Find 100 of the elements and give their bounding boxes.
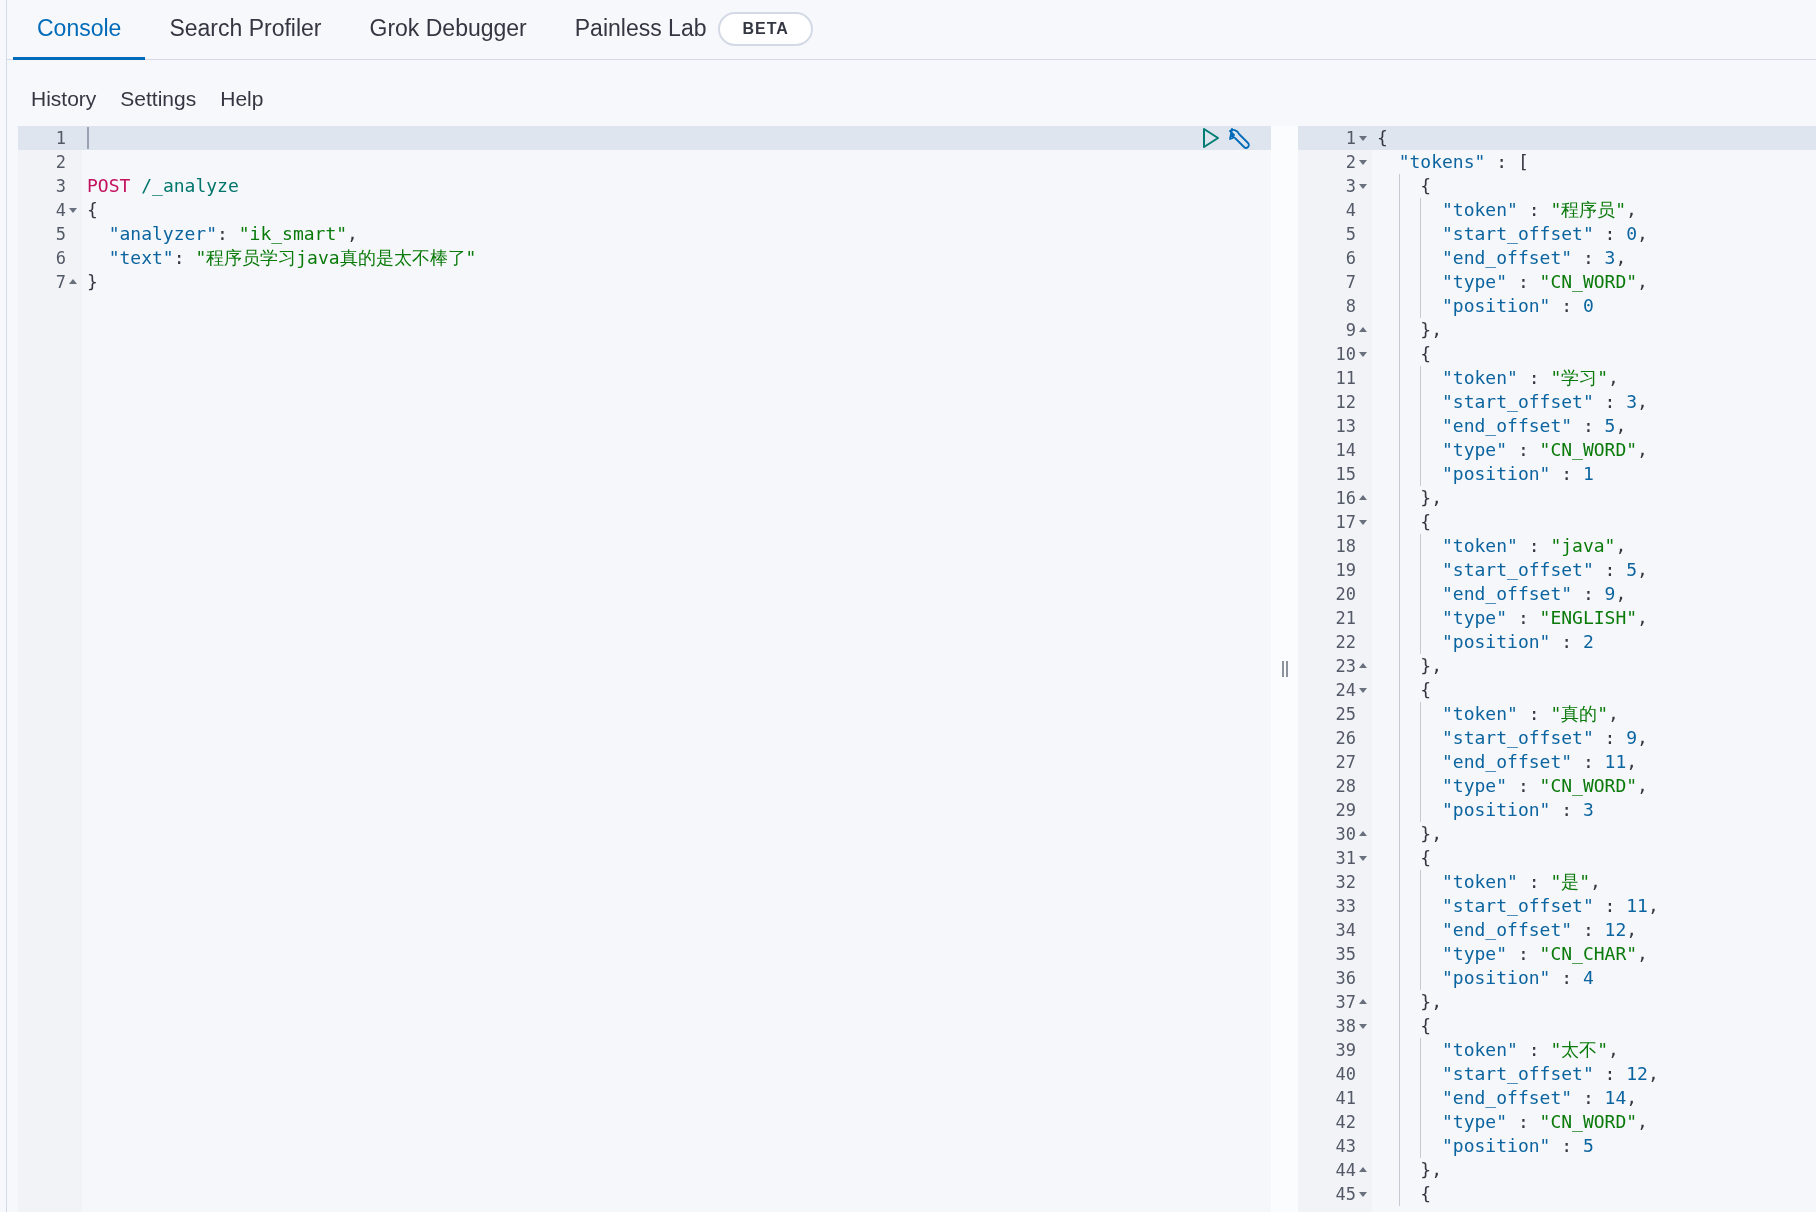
code-line: }, bbox=[1419, 822, 1443, 846]
code-line: }, bbox=[1419, 486, 1443, 510]
fold-caret-icon[interactable] bbox=[68, 206, 78, 214]
line-number: 39 bbox=[1335, 1040, 1356, 1060]
code-line: { bbox=[1419, 1182, 1432, 1206]
code-line: }, bbox=[1419, 1158, 1443, 1182]
line-number: 6 bbox=[1345, 248, 1356, 268]
tab[interactable]: Search Profiler bbox=[145, 0, 346, 60]
code-line: "position" : 2 bbox=[1441, 630, 1594, 654]
fold-caret-icon[interactable] bbox=[1358, 854, 1368, 862]
code-line: "start_offset" : 11, bbox=[1441, 894, 1659, 918]
code-line: "type" : "CN_CHAR", bbox=[1441, 942, 1648, 966]
line-number: 45 bbox=[1335, 1184, 1356, 1204]
line-number: 41 bbox=[1335, 1088, 1356, 1108]
line-number: 36 bbox=[1335, 968, 1356, 988]
code-editor[interactable] bbox=[1298, 126, 1816, 1212]
code-line: POST /_analyze bbox=[87, 174, 239, 198]
line-number: 23 bbox=[1335, 656, 1356, 676]
line-number: 8 bbox=[1345, 296, 1356, 316]
resize-handle-icon[interactable] bbox=[1280, 660, 1289, 678]
fold-caret-icon[interactable] bbox=[1358, 494, 1368, 502]
fold-caret-icon[interactable] bbox=[1358, 1022, 1368, 1030]
code-line: "end_offset" : 3, bbox=[1441, 246, 1627, 270]
code-line: "position" : 5 bbox=[1441, 1134, 1594, 1158]
code-line: "token" : "java", bbox=[1441, 534, 1627, 558]
line-number: 37 bbox=[1335, 992, 1356, 1012]
code-line: "type" : "CN_WORD", bbox=[1441, 270, 1648, 294]
code-line: } bbox=[87, 270, 98, 294]
line-number: 40 bbox=[1335, 1064, 1356, 1084]
fold-caret-icon[interactable] bbox=[1358, 350, 1368, 358]
code-line: "end_offset" : 9, bbox=[1441, 582, 1627, 606]
code-line: { bbox=[1419, 174, 1432, 198]
menu-link[interactable]: Settings bbox=[120, 86, 197, 112]
code-line: "analyzer": "ik_smart", bbox=[107, 222, 358, 246]
code-line: "start_offset" : 3, bbox=[1441, 390, 1648, 414]
line-number: 6 bbox=[55, 248, 66, 268]
code-line: "position" : 1 bbox=[1441, 462, 1594, 486]
line-number: 22 bbox=[1335, 632, 1356, 652]
line-number: 2 bbox=[55, 152, 66, 172]
fold-caret-icon[interactable] bbox=[1358, 182, 1368, 190]
line-number: 9 bbox=[1345, 320, 1356, 340]
line-number: 16 bbox=[1335, 488, 1356, 508]
fold-caret-icon[interactable] bbox=[1358, 1190, 1368, 1198]
line-number: 15 bbox=[1335, 464, 1356, 484]
line-number: 14 bbox=[1335, 440, 1356, 460]
line-number: 19 bbox=[1335, 560, 1356, 580]
tab[interactable]: Console bbox=[13, 0, 146, 60]
menu-link[interactable]: History bbox=[31, 86, 97, 112]
line-number: 30 bbox=[1335, 824, 1356, 844]
code-line: "end_offset" : 12, bbox=[1441, 918, 1638, 942]
line-number: 11 bbox=[1335, 368, 1356, 388]
code-line: "position" : 4 bbox=[1441, 966, 1594, 990]
code-line: "end_offset" : 5, bbox=[1441, 414, 1627, 438]
tab[interactable]: Grok Debugger bbox=[345, 0, 551, 60]
code-line: }, bbox=[1419, 654, 1443, 678]
line-number: 4 bbox=[55, 200, 66, 220]
fold-caret-icon[interactable] bbox=[1358, 830, 1368, 838]
fold-caret-icon[interactable] bbox=[1358, 326, 1368, 334]
tab[interactable]: Painless Lab BETA bbox=[550, 0, 837, 60]
line-number: 44 bbox=[1335, 1160, 1356, 1180]
code-line: "position" : 0 bbox=[1441, 294, 1594, 318]
line-number: 38 bbox=[1335, 1016, 1356, 1036]
line-number: 5 bbox=[55, 224, 66, 244]
fold-caret-icon[interactable] bbox=[1358, 686, 1368, 694]
wrench-icon[interactable] bbox=[1227, 126, 1253, 150]
fold-caret-icon[interactable] bbox=[68, 278, 78, 286]
line-number: 7 bbox=[1345, 272, 1356, 292]
fold-caret-icon[interactable] bbox=[1358, 518, 1368, 526]
line-number: 4 bbox=[1345, 200, 1356, 220]
fold-caret-icon[interactable] bbox=[1358, 1166, 1368, 1174]
line-number: 2 bbox=[1345, 152, 1356, 172]
line-number: 1 bbox=[55, 128, 66, 148]
code-line: "token" : "程序员", bbox=[1441, 198, 1637, 222]
code-line: "token" : "真的", bbox=[1441, 702, 1619, 726]
code-line: "end_offset" : 14, bbox=[1441, 1086, 1638, 1110]
line-number: 20 bbox=[1335, 584, 1356, 604]
line-number: 34 bbox=[1335, 920, 1356, 940]
beta-badge: BETA bbox=[718, 11, 813, 46]
code-line: { bbox=[87, 198, 98, 222]
line-number: 13 bbox=[1335, 416, 1356, 436]
fold-caret-icon[interactable] bbox=[1358, 158, 1368, 166]
code-line: "text": "程序员学习java真的是太不棒了" bbox=[107, 246, 477, 270]
code-line: "start_offset" : 9, bbox=[1441, 726, 1648, 750]
code-line: "type" : "ENGLISH", bbox=[1441, 606, 1648, 630]
line-number: 3 bbox=[1345, 176, 1356, 196]
line-number: 21 bbox=[1335, 608, 1356, 628]
code-line: "position" : 3 bbox=[1441, 798, 1594, 822]
fold-caret-icon[interactable] bbox=[1358, 998, 1368, 1006]
line-number: 24 bbox=[1335, 680, 1356, 700]
line-number: 1 bbox=[1345, 128, 1356, 148]
play-icon[interactable] bbox=[1201, 127, 1221, 149]
line-number: 29 bbox=[1335, 800, 1356, 820]
fold-caret-icon[interactable] bbox=[1358, 134, 1368, 142]
code-editor[interactable]: 1 2 3 4 5 6 7 POST /_analyze { "analyzer": "ik_smart", "text": "程序员学习java真的是太不棒了" } bbox=[18, 126, 1271, 1212]
fold-caret-icon[interactable] bbox=[1358, 662, 1368, 670]
line-number: 32 bbox=[1335, 872, 1356, 892]
code-line: "type" : "CN_WORD", bbox=[1441, 774, 1648, 798]
code-line: { bbox=[1419, 678, 1432, 702]
line-number: 17 bbox=[1335, 512, 1356, 532]
menu-link[interactable]: Help bbox=[220, 86, 264, 112]
